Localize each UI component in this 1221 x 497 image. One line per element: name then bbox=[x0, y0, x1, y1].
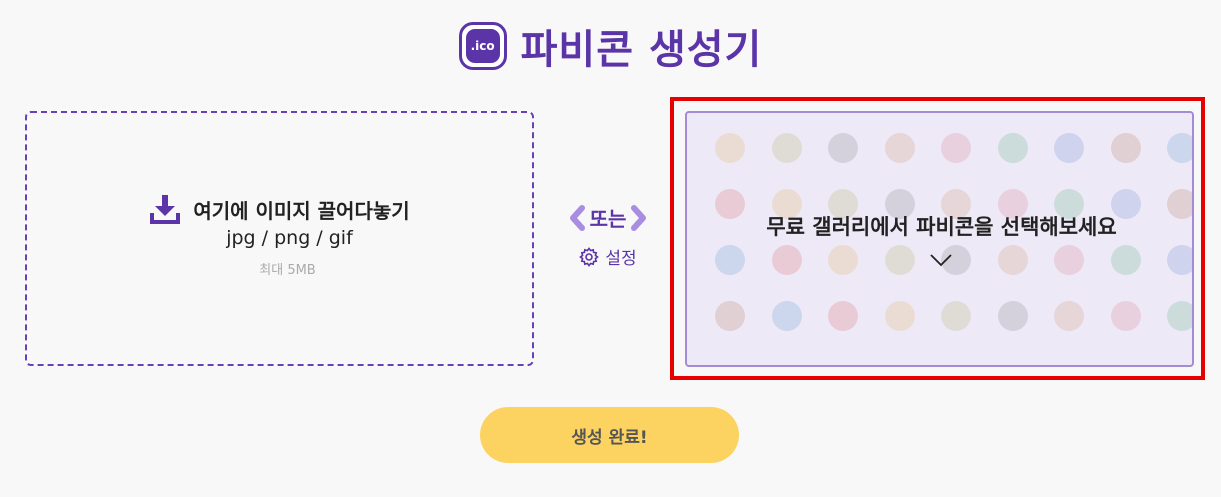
gallery-label: 무료 갤러리에서 파비콘을 선택해보세요 bbox=[766, 215, 1117, 239]
gallery-pattern-icon bbox=[884, 133, 915, 163]
ico-logo: .ico bbox=[458, 22, 507, 70]
gallery-pattern-icon bbox=[1054, 245, 1084, 275]
gallery-pattern-icon bbox=[771, 245, 802, 275]
dropzone-formats: jpg / png / gif bbox=[226, 227, 353, 249]
gallery-pattern-icon bbox=[715, 245, 745, 275]
page-title: 파비콘 생성기 bbox=[520, 27, 763, 73]
or-separator: 또는 설정 bbox=[556, 203, 660, 283]
gallery-pattern-icon bbox=[941, 301, 971, 331]
settings-label: 설정 bbox=[605, 249, 637, 269]
gallery-pattern-icon bbox=[884, 301, 915, 331]
gallery-pattern-icon bbox=[997, 301, 1028, 331]
chevron-down-icon bbox=[930, 254, 952, 267]
free-gallery-button[interactable]: 무료 갤러리에서 파비콘을 선택해보세요 bbox=[685, 111, 1194, 367]
gallery-pattern-icon bbox=[941, 133, 971, 163]
download-icon bbox=[150, 195, 181, 224]
chevron-right-icon bbox=[631, 204, 647, 231]
gallery-pattern-icon bbox=[828, 245, 858, 275]
gallery-pattern-icon bbox=[828, 301, 858, 331]
or-row: 또는 bbox=[568, 203, 649, 232]
gallery-pattern-icon bbox=[1110, 245, 1141, 275]
gallery-pattern-icon bbox=[828, 133, 858, 163]
logo-text: .ico bbox=[465, 29, 500, 63]
dropzone-heading: 여기에 이미지 끌어다놓기 bbox=[149, 193, 410, 225]
gallery-pattern-icon bbox=[1110, 301, 1141, 331]
gallery-pattern-icon bbox=[1110, 133, 1141, 163]
gallery-pattern-icon bbox=[1167, 245, 1192, 275]
gallery-pattern-icon bbox=[1167, 133, 1192, 163]
gallery-pattern-icon bbox=[715, 301, 745, 331]
or-text: 또는 bbox=[589, 207, 627, 231]
gallery-pattern-icon bbox=[997, 133, 1028, 163]
settings-button[interactable]: 설정 bbox=[579, 244, 637, 269]
gallery-pattern-icon bbox=[1054, 301, 1084, 331]
gallery-pattern-icon bbox=[1167, 301, 1192, 331]
gallery-pattern-icon bbox=[884, 245, 915, 275]
gallery-pattern-icon bbox=[771, 133, 802, 163]
generate-button[interactable]: 생성 완료! bbox=[480, 407, 739, 463]
dropzone-size-limit: 최대 5MB bbox=[259, 263, 316, 278]
header: .ico 파비콘 생성기 bbox=[0, 18, 1221, 74]
chevron-left-icon bbox=[569, 204, 585, 231]
gallery-pattern-icon bbox=[997, 245, 1028, 275]
gear-icon bbox=[579, 246, 600, 267]
image-dropzone[interactable]: 여기에 이미지 끌어다놓기 jpg / png / gif 최대 5MB bbox=[25, 111, 534, 366]
gallery-pattern-icon bbox=[715, 133, 745, 163]
gallery-pattern-icon bbox=[771, 301, 802, 331]
gallery-pattern-icon bbox=[1054, 133, 1084, 163]
dropzone-label: 여기에 이미지 끌어다놓기 bbox=[193, 198, 410, 223]
